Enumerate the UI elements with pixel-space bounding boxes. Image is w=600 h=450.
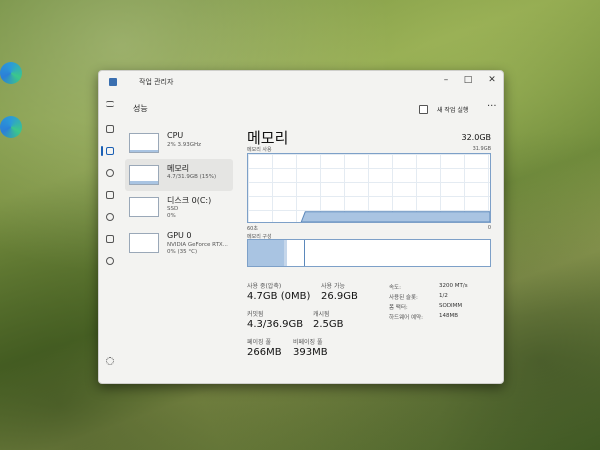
active-indicator bbox=[101, 146, 103, 156]
minimize-icon[interactable]: – bbox=[439, 75, 453, 85]
more-options-icon[interactable]: ··· bbox=[487, 101, 497, 112]
available-label: 사용 가능 bbox=[321, 283, 345, 290]
detail-key: 사용된 슬롯: bbox=[389, 295, 418, 301]
perf-item-sub: 4.7/31.9GB (15%) bbox=[167, 174, 217, 180]
processes-icon[interactable] bbox=[106, 125, 114, 133]
close-icon[interactable]: ✕ bbox=[485, 75, 499, 85]
detail-key: 폼 팩터: bbox=[389, 305, 408, 311]
performance-icon[interactable] bbox=[106, 147, 114, 155]
detail-value: 148MB bbox=[439, 313, 459, 319]
title-bar[interactable]: 작업 관리자 – □ ✕ bbox=[99, 71, 503, 93]
details-icon[interactable] bbox=[106, 235, 114, 243]
perf-item-sub2: 0% bbox=[167, 213, 176, 219]
perf-item-disk[interactable]: 디스크 0(C:) SSD 0% bbox=[125, 191, 233, 223]
cached-value: 2.5GB bbox=[313, 319, 344, 330]
perf-item-sub2: 0% (35 °C) bbox=[167, 249, 198, 255]
perf-item-memory[interactable]: 메모리 4.7/31.9GB (15%) bbox=[125, 159, 233, 191]
startup-apps-icon[interactable] bbox=[106, 191, 114, 199]
detail-value: 1/2 bbox=[439, 293, 448, 299]
graph-time-end: 0 bbox=[487, 225, 491, 231]
memory-total: 32.0GB bbox=[461, 133, 492, 142]
performance-list: CPU 2% 3.93GHz 메모리 4.7/31.9GB (15%) 디스크 … bbox=[125, 123, 235, 373]
available-value: 26.9GB bbox=[321, 291, 358, 302]
committed-label: 커밋됨 bbox=[247, 311, 264, 318]
task-manager-app-icon bbox=[109, 78, 117, 86]
edge-desktop-icon-2[interactable] bbox=[0, 116, 22, 138]
settings-icon[interactable] bbox=[106, 357, 114, 365]
services-icon[interactable] bbox=[106, 257, 114, 265]
memory-usage-area bbox=[300, 211, 490, 222]
detail-value: 3200 MT/s bbox=[439, 283, 468, 289]
nonpaged-pool-label: 비페이징 풀 bbox=[293, 339, 323, 346]
perf-item-name: 메모리 bbox=[167, 164, 190, 173]
memory-usage-label: 메모리 사용 bbox=[247, 147, 272, 153]
cached-label: 캐시됨 bbox=[313, 311, 330, 318]
new-task-icon[interactable] bbox=[419, 105, 428, 114]
memory-thumbnail-graph bbox=[129, 165, 159, 185]
composition-standby[interactable] bbox=[286, 240, 305, 266]
menu-icon[interactable] bbox=[106, 101, 114, 107]
perf-item-name: CPU bbox=[167, 131, 184, 140]
memory-usage-svg bbox=[300, 211, 490, 222]
perf-item-cpu[interactable]: CPU 2% 3.93GHz bbox=[125, 127, 233, 159]
committed-value: 4.3/36.9GB bbox=[247, 319, 304, 330]
perf-item-sub: SSD bbox=[167, 206, 179, 212]
window-title: 작업 관리자 bbox=[139, 78, 174, 86]
perf-item-sub: NVIDIA GeForce RTX... bbox=[167, 242, 228, 248]
app-history-icon[interactable] bbox=[106, 169, 114, 177]
page-title: 성능 bbox=[133, 104, 148, 113]
paged-pool-label: 페이징 풀 bbox=[247, 339, 271, 346]
detail-key: 속도: bbox=[389, 285, 401, 291]
in-use-label: 사용 중(압축) bbox=[247, 283, 282, 290]
composition-in-use[interactable] bbox=[248, 240, 286, 266]
memory-panel: 메모리 32.0GB 메모리 사용 31.9GB 60초 0 메모리 구성 사용… bbox=[247, 127, 491, 377]
cpu-thumbnail-graph bbox=[129, 133, 159, 153]
disk-thumbnail-graph bbox=[129, 197, 159, 217]
edge-desktop-icon[interactable] bbox=[0, 62, 22, 84]
gpu-thumbnail-graph bbox=[129, 233, 159, 253]
detail-value: SODIMM bbox=[439, 303, 463, 309]
perf-item-sub: 2% 3.93GHz bbox=[167, 142, 202, 148]
perf-item-name: GPU 0 bbox=[167, 231, 192, 240]
graph-time-label: 60초 bbox=[247, 226, 258, 232]
memory-title: 메모리 bbox=[247, 129, 289, 147]
nav-rail bbox=[99, 93, 121, 383]
in-use-value: 4.7GB (0MB) bbox=[247, 291, 311, 302]
detail-key: 하드웨어 예약: bbox=[389, 315, 423, 321]
memory-usage-max: 31.9GB bbox=[472, 146, 491, 152]
nonpaged-pool-value: 393MB bbox=[293, 347, 328, 358]
run-new-task-button[interactable]: 새 작업 실행 bbox=[437, 105, 468, 114]
maximize-icon[interactable]: □ bbox=[461, 75, 475, 85]
paged-pool-value: 266MB bbox=[247, 347, 282, 358]
perf-item-name: 디스크 0(C:) bbox=[167, 196, 212, 205]
task-manager-window: 작업 관리자 – □ ✕ 성능 새 작업 실행 ··· CPU 2% 3.93G… bbox=[98, 70, 504, 384]
perf-item-gpu[interactable]: GPU 0 NVIDIA GeForce RTX... 0% (35 °C) bbox=[125, 227, 233, 259]
memory-composition-bar bbox=[247, 239, 491, 267]
users-icon[interactable] bbox=[106, 213, 114, 221]
page-header: 성능 새 작업 실행 ··· bbox=[117, 97, 503, 121]
memory-usage-graph bbox=[247, 153, 491, 223]
